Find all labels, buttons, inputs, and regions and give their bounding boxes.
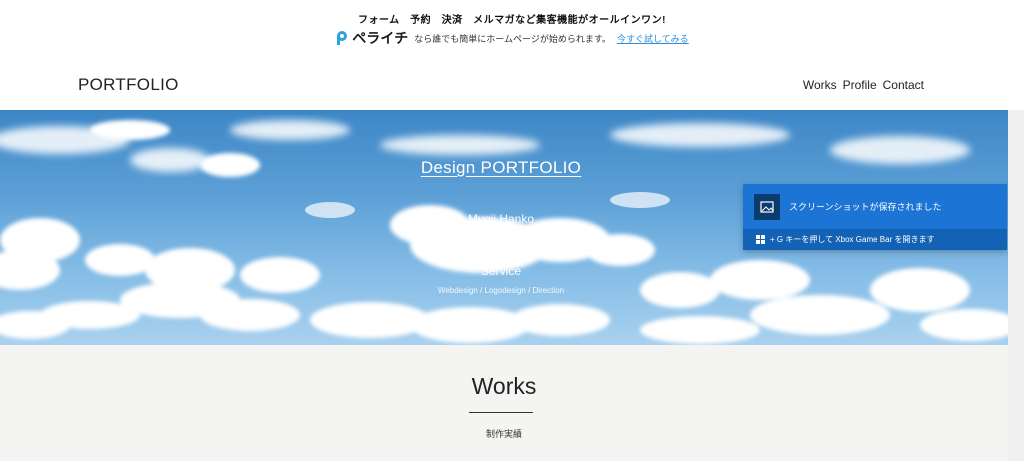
promo-banner: フォーム 予約 決済 メルマガなど集客機能がオールインワン! ペライチ なら誰で… — [0, 0, 1024, 56]
main-nav: Works Profile Contact — [803, 78, 924, 92]
try-now-link[interactable]: 今すぐ試してみる — [617, 32, 689, 45]
works-divider — [469, 412, 533, 413]
toast-hint-text: + G キーを押して Xbox Game Bar を開きます — [770, 235, 935, 244]
windows-logo-icon — [756, 235, 765, 244]
nav-item-contact[interactable]: Contact — [883, 78, 924, 92]
toast-title: スクリーンショットが保存されました — [789, 202, 942, 212]
toast-header: スクリーンショットが保存されました — [743, 184, 1007, 229]
hero-service-description: Webdesign / Logodesign / Direction — [437, 286, 565, 295]
toast-hint: + G キーを押して Xbox Game Bar を開きます — [743, 229, 1007, 250]
promo-headline: フォーム 予約 決済 メルマガなど集客機能がオールインワン! — [357, 15, 667, 26]
site-logo[interactable]: PORTFOLIO — [78, 75, 179, 95]
perarichi-logo-icon — [337, 31, 348, 45]
nav-item-works[interactable]: Works — [803, 78, 837, 92]
screenshot-saved-toast[interactable]: スクリーンショットが保存されました + G キーを押して Xbox Game B… — [743, 184, 1007, 250]
hero-service-heading: Service — [480, 264, 521, 278]
works-subtitle: 制作実績 — [485, 429, 522, 439]
page-scrollbar[interactable] — [1008, 110, 1024, 461]
promo-description: なら誰でも簡単にホームページが始められます。 — [414, 33, 611, 44]
brand-name: ペライチ — [352, 30, 409, 46]
brand[interactable]: ペライチ — [335, 28, 408, 48]
works-section: Works 制作実績 — [0, 345, 1008, 461]
works-title: Works — [471, 373, 537, 399]
nav-item-profile[interactable]: Profile — [843, 78, 877, 92]
hero-title: Design PORTFOLIO — [420, 158, 582, 177]
promo-subline: ペライチ なら誰でも簡単にホームページが始められます。 今すぐ試してみる — [0, 28, 1024, 48]
site-header: PORTFOLIO Works Profile Contact — [0, 56, 1024, 110]
screenshot-image-icon — [754, 194, 780, 220]
